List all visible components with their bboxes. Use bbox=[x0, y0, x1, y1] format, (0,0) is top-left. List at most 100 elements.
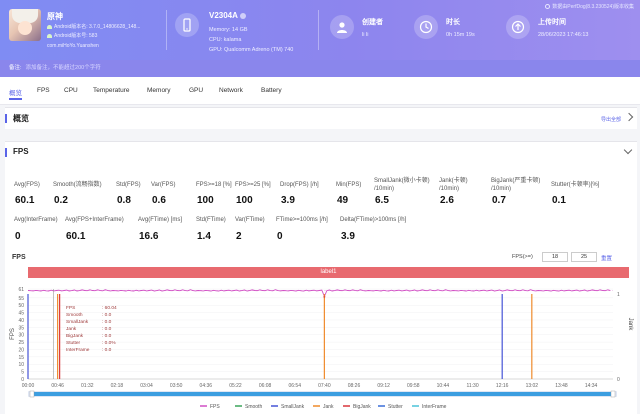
tab-gpu[interactable]: GPU bbox=[189, 87, 203, 94]
package-name: com.miHoYo.Yuanshen bbox=[47, 43, 99, 49]
device-memory: Memory: 14 GB bbox=[209, 27, 248, 33]
metric-value: 2.6 bbox=[440, 195, 454, 206]
note-label: 备注: bbox=[9, 65, 22, 71]
tooltip-series-value: : 0.0 bbox=[102, 319, 112, 325]
metric-label: SmallJank(微小卡顿) /10min) bbox=[374, 178, 430, 192]
y-tick-label: 61 bbox=[18, 287, 24, 293]
tooltip-series-label: InterFrame bbox=[66, 347, 90, 353]
metric-label: Smooth(流畅指数) bbox=[53, 182, 102, 188]
note-input[interactable]: 添加备注，不能超过200个字符 bbox=[26, 65, 101, 71]
metric-value: 1.4 bbox=[197, 231, 211, 242]
metric-label: Min(FPS) bbox=[336, 182, 362, 188]
y-tick-label: 55 bbox=[18, 296, 24, 302]
metric-label: Avg(InterFrame) bbox=[14, 217, 58, 223]
android-icon bbox=[47, 24, 52, 29]
app-icon bbox=[9, 9, 41, 41]
tab-network[interactable]: Network bbox=[219, 87, 243, 94]
x-tick-label: 00:00 bbox=[22, 383, 35, 389]
y-tick-label: 40 bbox=[18, 318, 24, 324]
y-tick-label: 30 bbox=[18, 333, 24, 339]
legend-item: BigJank bbox=[353, 404, 371, 410]
tooltip-series-value: : 0.0% bbox=[102, 340, 116, 346]
tab-cpu[interactable]: CPU bbox=[64, 87, 78, 94]
metric-label: FPS>=25 [%] bbox=[235, 182, 271, 188]
metric-value: 100 bbox=[197, 195, 214, 206]
y-tick-label: 45 bbox=[18, 311, 24, 317]
android-version-code: Android版本号: 583 bbox=[47, 32, 97, 39]
tooltip-series-label: FPS bbox=[66, 305, 75, 311]
x-tick-label: 07:40 bbox=[318, 383, 331, 389]
metric-value: 0.8 bbox=[117, 195, 131, 206]
metric-label: Jank(卡顿) /10min) bbox=[439, 178, 468, 192]
metric-label: Drop(FPS) [/h] bbox=[280, 182, 319, 188]
android-version-name: Android版本名: 3.7.0_14806628_148... bbox=[47, 23, 140, 30]
y-tick-label-right: 1 bbox=[617, 292, 620, 298]
tooltip-series-value: : 0.0 bbox=[102, 347, 112, 353]
y-tick-label: 5 bbox=[21, 370, 24, 376]
tooltip-series-value: : 60.04 bbox=[102, 305, 117, 311]
metric-value: 6.5 bbox=[375, 195, 389, 206]
y-axis-label-left: FPS bbox=[10, 328, 16, 340]
x-tick-label: 09:12 bbox=[377, 383, 390, 389]
x-tick-label: 06:08 bbox=[259, 383, 272, 389]
tab-overview[interactable]: 概览 bbox=[9, 87, 22, 100]
metric-value: 0.2 bbox=[54, 195, 68, 206]
overview-section: 概览 导出全部 bbox=[5, 107, 637, 129]
x-tick-label: 00:46 bbox=[51, 383, 64, 389]
fps-chart[interactable]: 615550454035302520151050FPS10Jank00:00 00… bbox=[5, 248, 637, 414]
legend-item: Jank bbox=[323, 404, 334, 410]
metric-label: Std(FPS) bbox=[116, 182, 141, 188]
x-tick-label: 10:44 bbox=[437, 383, 450, 389]
app-name: 原神 bbox=[47, 12, 63, 21]
metric-value: 2 bbox=[236, 231, 242, 242]
scrollbar-handle-right bbox=[610, 390, 616, 398]
export-all-link[interactable]: 导出全部 bbox=[601, 116, 621, 123]
fps-section: FPS Avg(FPS) 60.1 Smooth(流畅指数) 0.2 Std(FPS) 0… bbox=[5, 141, 637, 248]
metric-value: 3.9 bbox=[281, 195, 295, 206]
tooltip-series-label: Jank bbox=[66, 326, 77, 332]
metric-value: 100 bbox=[236, 195, 253, 206]
y-tick-label-right: 0 bbox=[617, 377, 620, 383]
metric-value: 16.6 bbox=[139, 231, 159, 242]
divider bbox=[166, 10, 167, 50]
creator-value: li li bbox=[362, 32, 369, 38]
x-tick-label: 05:22 bbox=[229, 383, 242, 389]
metric-label: Avg(FPS+InterFrame) bbox=[65, 217, 124, 223]
chevron-right-icon[interactable] bbox=[624, 112, 634, 122]
metric-value: 0 bbox=[277, 231, 283, 242]
legend-item: Stutter bbox=[388, 404, 403, 410]
metric-label: Std(FTime) bbox=[196, 217, 226, 223]
metric-label: Stutter(卡顿率)[%] bbox=[551, 182, 600, 188]
info-icon[interactable] bbox=[239, 12, 246, 19]
metric-value: 49 bbox=[337, 195, 349, 206]
y-axis-label-right: Jank bbox=[627, 318, 633, 332]
tab-memory[interactable]: Memory bbox=[147, 87, 170, 94]
device-gpu: GPU: Qualcomm Adreno (TM) 740 bbox=[209, 47, 294, 53]
metric-label: FTime>=100ms [/h] bbox=[276, 217, 328, 223]
android-icon bbox=[47, 33, 52, 38]
x-tick-label: 06:54 bbox=[288, 383, 301, 389]
user-icon bbox=[330, 15, 354, 39]
metric-label: FPS>=18 [%] bbox=[196, 182, 232, 188]
tooltip-series-value: : 0.0 bbox=[102, 333, 112, 339]
x-tick-label: 08:26 bbox=[348, 383, 361, 389]
tab-temperature[interactable]: Temperature bbox=[93, 87, 130, 94]
device-cpu: CPU: kalama bbox=[209, 37, 242, 43]
tooltip-series-label: Stutter bbox=[66, 340, 81, 346]
metric-value: 0 bbox=[15, 231, 21, 242]
x-tick-label: 14:34 bbox=[585, 383, 598, 389]
tab-battery[interactable]: Battery bbox=[261, 87, 282, 94]
upload-time-value: 28/06/2023 17:46:13 bbox=[538, 32, 589, 38]
tooltip-series-value: : 0.0 bbox=[102, 312, 112, 318]
chevron-down-icon[interactable] bbox=[623, 145, 633, 155]
legend-item: Smooth bbox=[245, 404, 262, 410]
upload-icon bbox=[506, 15, 530, 39]
upload-time-label: 上传时间 bbox=[538, 19, 566, 26]
tab-fps[interactable]: FPS bbox=[37, 87, 50, 94]
metric-value: 60.1 bbox=[15, 195, 35, 206]
fps-chart-panel: FPS FPS(>=) 18 25 重置 label1 61 55 50 45 40 35… bbox=[5, 248, 637, 414]
x-tick-label: 13:48 bbox=[555, 383, 568, 389]
metric-value: 0.7 bbox=[492, 195, 506, 206]
metric-label: Delta(FTime)>100ms [/h] bbox=[340, 217, 407, 223]
duration-label: 时长 bbox=[446, 19, 460, 26]
